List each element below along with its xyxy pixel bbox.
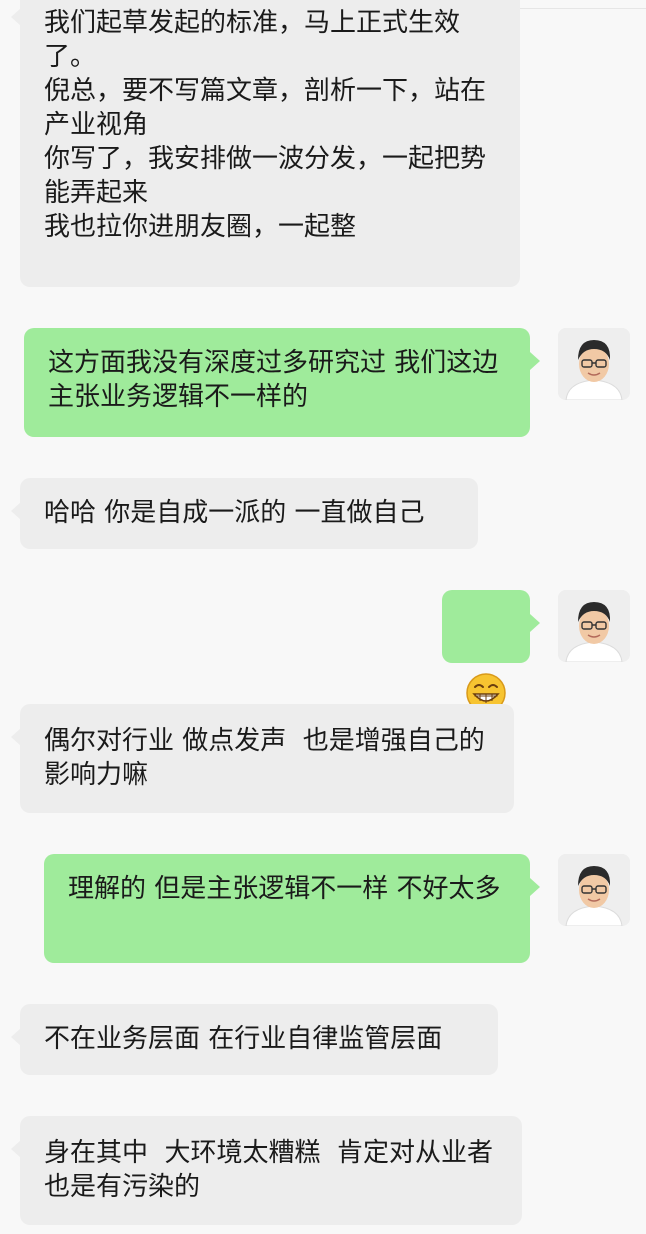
incoming-message-bubble[interactable]: 身在其中 大环境太糟糕 肯定对从业者也是有污染的: [11, 1116, 522, 1225]
avatar[interactable]: [558, 854, 630, 926]
incoming-message-bubble[interactable]: 不在业务层面 在行业自律监管层面: [11, 1004, 498, 1075]
person-avatar-icon: [558, 328, 630, 400]
incoming-message-bubble[interactable]: 我们起草发起的标准，马上正式生效了。 倪总，要不写篇文章，剖析一下，站在产业视角…: [11, 0, 520, 287]
avatar[interactable]: [558, 590, 630, 662]
outgoing-message-bubble[interactable]: 理解的 但是主张逻辑不一样 不好太多: [44, 854, 540, 963]
outgoing-message-bubble[interactable]: [442, 590, 540, 713]
outgoing-message-bubble[interactable]: 这方面我没有深度过多研究过 我们这边主张业务逻辑不一样的: [24, 328, 540, 437]
person-avatar-icon: [558, 590, 630, 662]
chat-screen: 我们起草发起的标准，马上正式生效了。 倪总，要不写篇文章，剖析一下，站在产业视角…: [0, 0, 646, 1234]
person-avatar-icon: [558, 854, 630, 926]
avatar[interactable]: [558, 328, 630, 400]
incoming-message-bubble[interactable]: 偶尔对行业 做点发声 也是增强自己的影响力嘛: [11, 704, 514, 813]
incoming-message-bubble[interactable]: 哈哈 你是自成一派的 一直做自己: [11, 478, 478, 549]
